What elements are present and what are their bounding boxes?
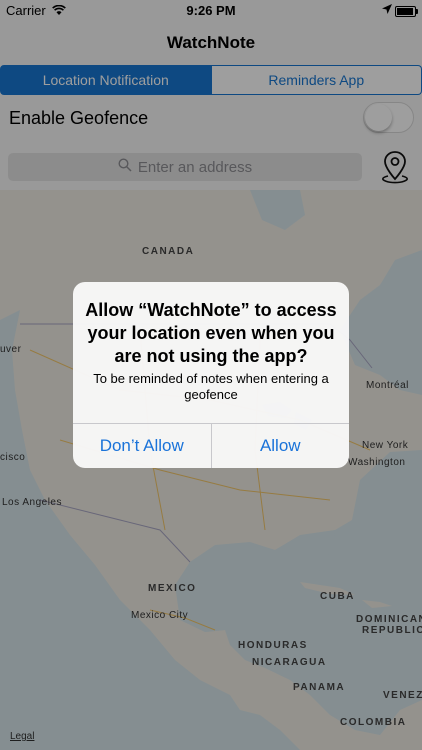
dont-allow-button[interactable]: Don’t Allow xyxy=(73,424,211,468)
alert-buttons: Don’t Allow Allow xyxy=(73,423,349,468)
allow-button[interactable]: Allow xyxy=(210,424,350,468)
alert-title: Allow “WatchNote” to access your locatio… xyxy=(85,300,337,366)
alert-message: To be reminded of notes when entering a … xyxy=(93,371,329,402)
location-permission-alert: Allow “WatchNote” to access your locatio… xyxy=(73,282,349,468)
